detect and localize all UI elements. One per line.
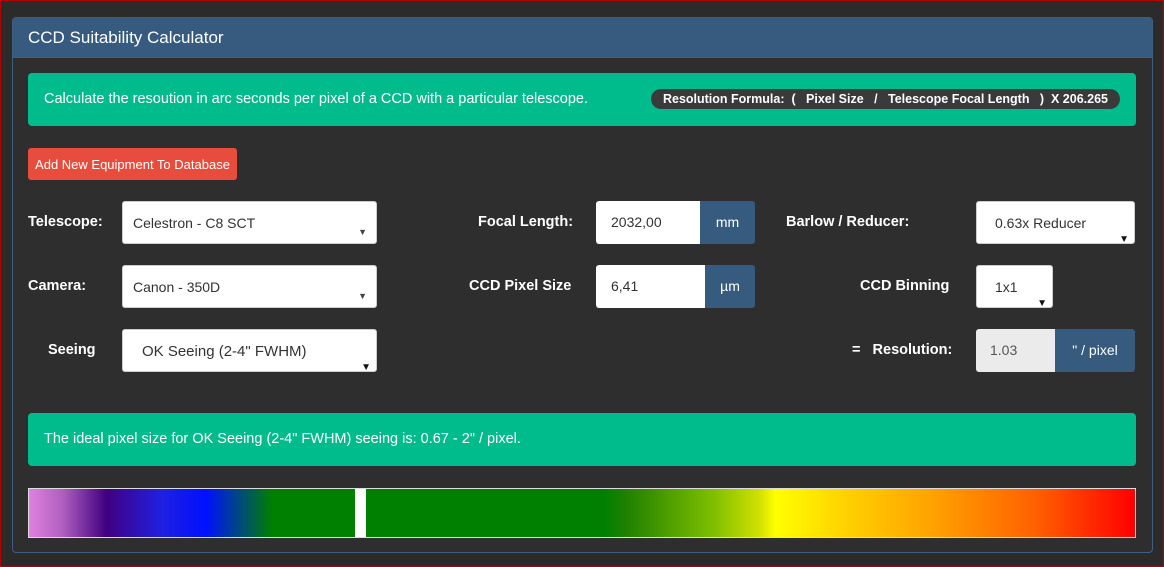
barlow-select[interactable]: 0.63x Reducer ▼ [976, 201, 1135, 245]
pixel-size-unit: µm [705, 265, 755, 308]
camera-select[interactable]: Canon - 350D ▼ [122, 265, 377, 308]
resolution-label: = Resolution: [852, 342, 953, 358]
telescope-select[interactable]: Celestron - C8 SCT ▼ [122, 201, 377, 244]
seeing-select-value: OK Seeing (2-4" FWHM) [142, 343, 307, 360]
info-description: Calculate the resoution in arc seconds p… [44, 91, 589, 107]
pixel-size-label: CCD Pixel Size [469, 278, 572, 294]
caret-down-icon: ▼ [358, 227, 367, 237]
binning-label: CCD Binning [860, 278, 950, 294]
formula-badge: Resolution Formula: ( Pixel Size / Teles… [650, 89, 1120, 109]
seeing-label: Seeing [48, 342, 96, 358]
telescope-label: Telescope: [28, 214, 103, 230]
binning-select-value: 1x1 [995, 279, 1018, 295]
camera-label: Camera: [28, 278, 87, 294]
caret-down-icon: ▼ [1119, 234, 1129, 245]
focal-length-label: Focal Length: [478, 214, 574, 230]
telescope-select-value: Celestron - C8 SCT [133, 215, 256, 231]
pixel-size-input[interactable]: 6,41 [596, 265, 705, 308]
result-message: The ideal pixel size for OK Seeing (2-4"… [44, 431, 521, 447]
resolution-unit: " / pixel [1055, 329, 1135, 372]
resolution-output: 1.03 [976, 329, 1055, 372]
seeing-spectrum-bar [28, 488, 1136, 538]
info-alert: Calculate the resoution in arc seconds p… [28, 73, 1136, 126]
focal-length-unit: mm [700, 201, 755, 244]
camera-select-value: Canon - 350D [133, 279, 221, 295]
calculator-panel: CCD Suitability Calculator Calculate the… [12, 17, 1153, 553]
focal-length-input[interactable]: 2032,00 [596, 201, 700, 244]
result-alert: The ideal pixel size for OK Seeing (2-4"… [28, 413, 1136, 466]
seeing-select[interactable]: OK Seeing (2-4" FWHM) ▼ [122, 329, 377, 373]
spectrum-marker [355, 489, 366, 537]
caret-down-icon: ▼ [1037, 298, 1047, 309]
barlow-label: Barlow / Reducer: [786, 214, 910, 230]
binning-select[interactable]: 1x1 ▼ [976, 265, 1053, 309]
caret-down-icon: ▼ [358, 291, 367, 301]
caret-down-icon: ▼ [361, 362, 371, 373]
add-equipment-button[interactable]: Add New Equipment To Database [28, 148, 237, 180]
barlow-select-value: 0.63x Reducer [995, 215, 1087, 231]
panel-title: CCD Suitability Calculator [13, 18, 1152, 58]
